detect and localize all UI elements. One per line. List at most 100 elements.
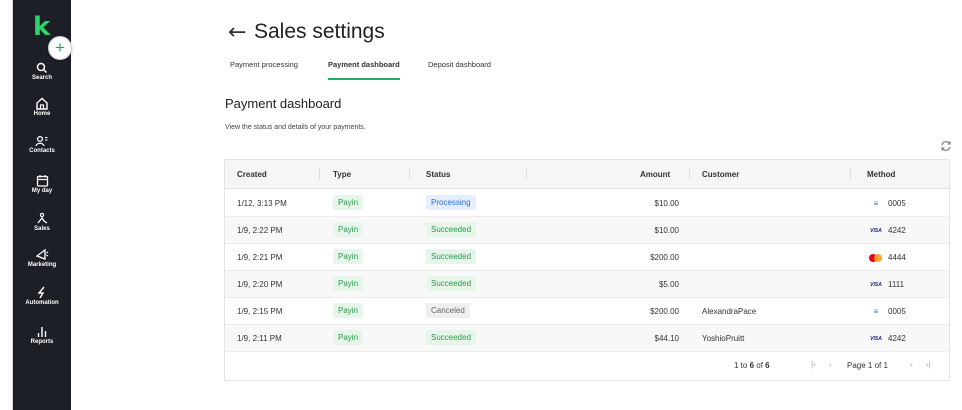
main-content: ← Sales settings Payment processing Paym… bbox=[72, 0, 962, 410]
sidebar-item-reports[interactable]: Reports bbox=[13, 325, 71, 345]
amount-cell: $44.10 bbox=[654, 334, 679, 343]
page-indicator: Page 1 of 1 bbox=[847, 361, 888, 370]
created-cell: 1/9, 2:11 PM bbox=[237, 334, 282, 343]
range-prefix: 1 to bbox=[734, 361, 750, 370]
keap-logo[interactable]: k bbox=[33, 14, 53, 40]
column-header-created[interactable]: Created bbox=[237, 170, 267, 179]
range-of: of bbox=[754, 361, 766, 370]
column-header-status[interactable]: Status bbox=[426, 170, 450, 179]
pagination: 1 to 6 of 6 |‹ ‹ Page 1 of 1 › ›| bbox=[225, 352, 949, 380]
amount-cell: $10.00 bbox=[654, 199, 679, 208]
amount-cell: $10.00 bbox=[654, 226, 679, 235]
table-row[interactable]: 1/9, 2:11 PM Payin Succeeded $44.10 YoshioPr… bbox=[225, 325, 949, 352]
amount-cell: $200.00 bbox=[650, 307, 679, 316]
status-badge: Succeeded bbox=[426, 276, 477, 291]
sidebar-item-home[interactable]: Home bbox=[13, 97, 71, 117]
visa-card-icon: VISA bbox=[870, 281, 882, 288]
type-badge: Payin bbox=[333, 195, 364, 210]
calendar-icon bbox=[36, 175, 48, 187]
search-icon bbox=[36, 62, 48, 74]
sidebar-item-search[interactable]: Search bbox=[13, 62, 71, 81]
method-cell: ≡ 0005 bbox=[869, 307, 906, 316]
tab-deposit-dashboard[interactable]: Deposit dashboard bbox=[428, 60, 491, 80]
method-cell: 4444 bbox=[869, 253, 906, 262]
back-arrow-icon[interactable]: ← bbox=[228, 20, 246, 45]
column-divider[interactable] bbox=[319, 169, 320, 180]
refresh-icon[interactable] bbox=[940, 140, 952, 155]
next-page-button[interactable]: › bbox=[910, 360, 913, 369]
sidebar-item-sales[interactable]: Sales bbox=[13, 212, 71, 232]
sidebar-item-label: Automation bbox=[25, 300, 59, 306]
method-cell: ≡ 0005 bbox=[869, 199, 906, 208]
card-last4: 1111 bbox=[888, 280, 905, 289]
amount-cell: $200.00 bbox=[650, 253, 679, 262]
pagination-range: 1 to 6 of 6 bbox=[734, 361, 770, 370]
column-divider[interactable] bbox=[850, 169, 851, 180]
created-cell: 1/9, 2:21 PM bbox=[237, 253, 283, 262]
sidebar: k Search Home Contacts My day Sales Mark… bbox=[13, 0, 71, 410]
tab-payment-processing[interactable]: Payment processing bbox=[230, 60, 298, 80]
card-last4: 0005 bbox=[888, 199, 906, 208]
window-frame bbox=[0, 0, 13, 410]
sidebar-item-automation[interactable]: Automation bbox=[13, 286, 71, 306]
method-cell: VISA 1111 bbox=[869, 280, 904, 289]
first-page-button[interactable]: |‹ bbox=[811, 360, 816, 369]
column-divider[interactable] bbox=[409, 169, 410, 180]
section-title: Payment dashboard bbox=[225, 96, 342, 111]
bank-icon: ≡ bbox=[873, 306, 879, 316]
sidebar-item-label: Contacts bbox=[29, 148, 55, 154]
created-cell: 1/9, 2:22 PM bbox=[237, 226, 283, 235]
created-cell: 1/9, 2:15 PM bbox=[237, 307, 283, 316]
column-divider[interactable] bbox=[526, 169, 527, 180]
column-header-amount[interactable]: Amount bbox=[640, 170, 670, 179]
sidebar-item-label: My day bbox=[31, 188, 53, 194]
column-header-customer[interactable]: Customer bbox=[702, 170, 739, 179]
table-row[interactable]: 1/9, 2:22 PM Payin Succeeded $10.00 VISA 4242 bbox=[225, 217, 949, 244]
column-header-method[interactable]: Method bbox=[867, 170, 895, 179]
card-last4: 4242 bbox=[888, 226, 906, 235]
bank-icon: ≡ bbox=[873, 198, 879, 208]
customer-cell: YoshioPruitt bbox=[702, 334, 745, 343]
created-cell: 1/12, 3:13 PM bbox=[237, 199, 287, 208]
payments-table: Created Type Status Amount Customer Meth… bbox=[224, 159, 950, 381]
method-cell: VISA 4242 bbox=[869, 226, 906, 235]
table-row[interactable]: 1/9, 2:20 PM Payin Succeeded $5.00 VISA 1111 bbox=[225, 271, 949, 298]
amount-cell: $5.00 bbox=[658, 280, 679, 289]
sidebar-item-contacts[interactable]: Contacts bbox=[13, 135, 71, 154]
sidebar-item-label: Sales bbox=[34, 226, 50, 232]
table-header: Created Type Status Amount Customer Meth… bbox=[225, 160, 949, 189]
type-badge: Payin bbox=[333, 222, 364, 237]
card-last4: 4242 bbox=[888, 334, 906, 343]
created-cell: 1/9, 2:20 PM bbox=[237, 280, 283, 289]
type-badge: Payin bbox=[333, 249, 364, 264]
range-total: 6 bbox=[765, 361, 770, 370]
table-row[interactable]: 1/12, 3:13 PM Payin Processing $10.00 ≡ 0005 bbox=[225, 190, 949, 217]
table-row[interactable]: 1/9, 2:15 PM Payin Canceled $200.00 Alexandr… bbox=[225, 298, 949, 325]
section-description: View the status and details of your paym… bbox=[225, 124, 366, 131]
last-page-button[interactable]: ›| bbox=[926, 360, 931, 369]
method-cell: VISA 4242 bbox=[869, 334, 906, 343]
page-title: Sales settings bbox=[254, 20, 385, 43]
add-new-button[interactable]: + bbox=[48, 36, 72, 60]
type-badge: Payin bbox=[333, 330, 364, 345]
column-header-type[interactable]: Type bbox=[333, 170, 351, 179]
status-badge: Succeeded bbox=[426, 222, 477, 237]
visa-card-icon: VISA bbox=[870, 335, 882, 342]
contacts-icon bbox=[35, 135, 48, 147]
previous-page-button[interactable]: ‹ bbox=[829, 360, 832, 369]
sidebar-item-my-day[interactable]: My day bbox=[13, 174, 71, 194]
tab-payment-dashboard[interactable]: Payment dashboard bbox=[328, 60, 400, 80]
sidebar-item-label: Marketing bbox=[27, 262, 57, 268]
customer-cell: AlexandraPace bbox=[702, 307, 757, 316]
column-divider[interactable] bbox=[689, 169, 690, 180]
status-badge: Processing bbox=[426, 195, 476, 210]
status-badge: Succeeded bbox=[426, 249, 477, 264]
table-row[interactable]: 1/9, 2:21 PM Payin Succeeded $200.00 4444 bbox=[225, 244, 949, 271]
type-badge: Payin bbox=[333, 303, 364, 318]
sales-icon bbox=[36, 212, 47, 224]
reports-icon bbox=[37, 327, 47, 337]
sidebar-item-label: Home bbox=[33, 111, 51, 117]
type-badge: Payin bbox=[333, 276, 364, 291]
sidebar-item-marketing[interactable]: Marketing bbox=[13, 248, 71, 268]
status-badge: Succeeded bbox=[426, 330, 477, 345]
